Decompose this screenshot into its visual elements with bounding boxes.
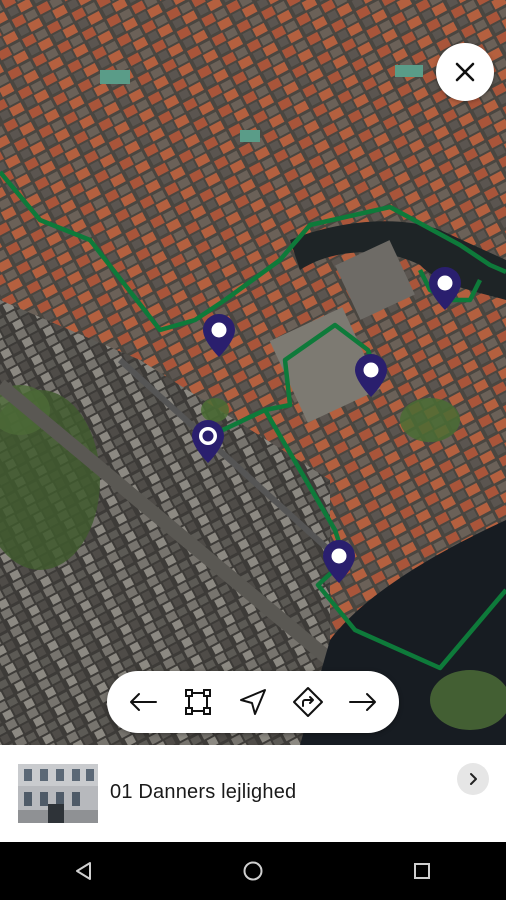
close-button[interactable] <box>436 43 494 101</box>
frame-icon <box>184 689 211 715</box>
location-pin-icon[interactable] <box>321 539 357 585</box>
chevron-right-icon <box>470 773 477 785</box>
directions-icon <box>293 687 324 717</box>
open-details-button[interactable] <box>457 763 489 795</box>
satellite-map[interactable] <box>0 0 506 745</box>
location-card[interactable]: 01 Danners lejlighed <box>0 745 506 842</box>
android-navigation-bar <box>0 842 506 900</box>
back-icon <box>76 862 92 880</box>
home-icon <box>243 861 263 881</box>
location-thumbnail <box>18 764 98 823</box>
location-pin-icon[interactable] <box>427 266 463 312</box>
location-pin-icon[interactable] <box>353 353 389 399</box>
current-location-pin-icon[interactable] <box>190 419 226 465</box>
arrow-right-icon <box>349 693 377 711</box>
map-toolbar <box>107 671 399 733</box>
close-icon <box>455 62 475 82</box>
next-button[interactable] <box>340 679 386 725</box>
back-button[interactable] <box>54 842 114 900</box>
recents-icon <box>413 863 430 879</box>
fit-bounds-button[interactable] <box>175 679 221 725</box>
my-location-button[interactable] <box>230 679 276 725</box>
location-title: 01 Danners lejlighed <box>110 781 297 803</box>
arrow-left-icon <box>129 693 157 711</box>
recents-button[interactable] <box>392 842 452 900</box>
location-pin-icon[interactable] <box>201 313 237 359</box>
previous-button[interactable] <box>120 679 166 725</box>
navigation-arrow-icon <box>239 689 266 715</box>
map-imagery <box>0 0 506 745</box>
home-button[interactable] <box>223 842 283 900</box>
directions-button[interactable] <box>285 679 331 725</box>
